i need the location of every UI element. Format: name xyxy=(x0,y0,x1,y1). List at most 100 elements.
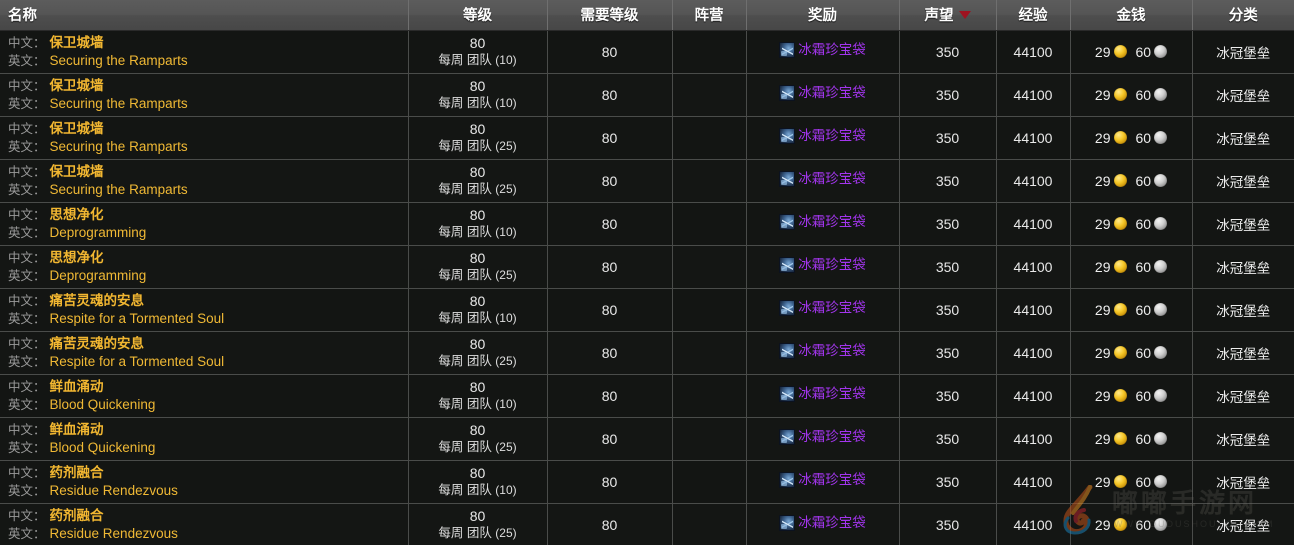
column-header-level[interactable]: 等级 xyxy=(408,0,547,30)
cell-level: 80每周 团队 (10) xyxy=(408,374,547,417)
quest-name-chinese-link[interactable]: 保卫城墙 xyxy=(50,164,104,179)
category-link[interactable]: 冰冠堡垒 xyxy=(1216,476,1270,491)
quest-name-chinese-link[interactable]: 药剂融合 xyxy=(50,508,104,523)
quest-name-chinese-link[interactable]: 思想净化 xyxy=(50,207,104,222)
category-link[interactable]: 冰冠堡垒 xyxy=(1216,347,1270,362)
table-row[interactable]: 中文：鲜血涌动英文：Blood Quickening80每周 团队 (25)80… xyxy=(0,417,1294,460)
cell-reputation: 350 xyxy=(899,503,996,545)
quest-name-chinese-link[interactable]: 药剂融合 xyxy=(50,465,104,480)
quest-name-chinese-link[interactable]: 保卫城墙 xyxy=(50,78,104,93)
table-header: 名称 等级 需要等级 阵营 奖励 声望 经验 金钱 分类 xyxy=(0,0,1294,30)
reward-item-link[interactable]: 冰霜珍宝袋 xyxy=(798,430,866,444)
reward-item-link[interactable]: 冰霜珍宝袋 xyxy=(798,301,866,315)
reward-item-link[interactable]: 冰霜珍宝袋 xyxy=(798,129,866,143)
quest-name-chinese-line: 中文：药剂融合 xyxy=(8,464,404,482)
reward-item-link[interactable]: 冰霜珍宝袋 xyxy=(798,258,866,272)
cell-category: 冰冠堡垒 xyxy=(1192,503,1294,545)
quest-name-chinese-link[interactable]: 保卫城墙 xyxy=(50,35,104,50)
column-header-required-level[interactable]: 需要等级 xyxy=(547,0,672,30)
category-link[interactable]: 冰冠堡垒 xyxy=(1216,261,1270,276)
reward-wrapper[interactable]: 冰霜珍宝袋 xyxy=(779,42,866,58)
category-link[interactable]: 冰冠堡垒 xyxy=(1216,132,1270,147)
table-row[interactable]: 中文：保卫城墙英文：Securing the Ramparts80每周 团队 (… xyxy=(0,159,1294,202)
quest-name-english-link[interactable]: Deprogramming xyxy=(50,225,147,240)
quest-name-chinese-link[interactable]: 鲜血涌动 xyxy=(50,422,104,437)
category-link[interactable]: 冰冠堡垒 xyxy=(1216,175,1270,190)
quest-name-english-link[interactable]: Blood Quickening xyxy=(50,397,156,412)
reward-wrapper[interactable]: 冰霜珍宝袋 xyxy=(779,343,866,359)
reward-wrapper[interactable]: 冰霜珍宝袋 xyxy=(779,171,866,187)
table-row[interactable]: 中文：药剂融合英文：Residue Rendezvous80每周 团队 (25)… xyxy=(0,503,1294,545)
cell-reward: 冰霜珍宝袋 xyxy=(746,202,899,245)
reward-wrapper[interactable]: 冰霜珍宝袋 xyxy=(779,429,866,445)
column-header-experience[interactable]: 经验 xyxy=(996,0,1070,30)
chinese-label: 中文： xyxy=(8,165,46,179)
cell-quest-name: 中文：思想净化英文：Deprogramming xyxy=(0,245,408,288)
table-row[interactable]: 中文：思想净化英文：Deprogramming80每周 团队 (25)80冰霜珍… xyxy=(0,245,1294,288)
level-subtext: 每周 团队 (25) xyxy=(413,525,543,542)
category-link[interactable]: 冰冠堡垒 xyxy=(1216,433,1270,448)
reward-wrapper[interactable]: 冰霜珍宝袋 xyxy=(779,515,866,531)
quest-name-english-link[interactable]: Securing the Ramparts xyxy=(50,53,188,68)
reward-item-link[interactable]: 冰霜珍宝袋 xyxy=(798,387,866,401)
reward-wrapper[interactable]: 冰霜珍宝袋 xyxy=(779,472,866,488)
column-header-money[interactable]: 金钱 xyxy=(1070,0,1192,30)
quest-name-english-link[interactable]: Respite for a Tormented Soul xyxy=(50,354,225,369)
table-row[interactable]: 中文：鲜血涌动英文：Blood Quickening80每周 团队 (10)80… xyxy=(0,374,1294,417)
table-row[interactable]: 中文：保卫城墙英文：Securing the Ramparts80每周 团队 (… xyxy=(0,73,1294,116)
category-link[interactable]: 冰冠堡垒 xyxy=(1216,89,1270,104)
reward-wrapper[interactable]: 冰霜珍宝袋 xyxy=(779,386,866,402)
category-link[interactable]: 冰冠堡垒 xyxy=(1216,218,1270,233)
reward-item-link[interactable]: 冰霜珍宝袋 xyxy=(798,172,866,186)
cell-category: 冰冠堡垒 xyxy=(1192,288,1294,331)
quest-name-chinese-link[interactable]: 思想净化 xyxy=(50,250,104,265)
gold-amount: 29 xyxy=(1095,45,1111,59)
reward-wrapper[interactable]: 冰霜珍宝袋 xyxy=(779,128,866,144)
quest-name-english-link[interactable]: Blood Quickening xyxy=(50,440,156,455)
table-row[interactable]: 中文：药剂融合英文：Residue Rendezvous80每周 团队 (10)… xyxy=(0,460,1294,503)
reward-item-link[interactable]: 冰霜珍宝袋 xyxy=(798,473,866,487)
cell-experience: 44100 xyxy=(996,460,1070,503)
quest-name-english-link[interactable]: Residue Rendezvous xyxy=(50,483,178,498)
quest-name-english-link[interactable]: Securing the Ramparts xyxy=(50,96,188,111)
quest-name-english-link[interactable]: Deprogramming xyxy=(50,268,147,283)
reward-wrapper[interactable]: 冰霜珍宝袋 xyxy=(779,85,866,101)
table-row[interactable]: 中文：痛苦灵魂的安息英文：Respite for a Tormented Sou… xyxy=(0,331,1294,374)
quest-name-chinese-link[interactable]: 痛苦灵魂的安息 xyxy=(50,336,145,351)
reward-item-link[interactable]: 冰霜珍宝袋 xyxy=(798,215,866,229)
category-link[interactable]: 冰冠堡垒 xyxy=(1216,390,1270,405)
quest-name-chinese-link[interactable]: 鲜血涌动 xyxy=(50,379,104,394)
quest-name-english-link[interactable]: Respite for a Tormented Soul xyxy=(50,311,225,326)
reward-item-link[interactable]: 冰霜珍宝袋 xyxy=(798,516,866,530)
table-row[interactable]: 中文：保卫城墙英文：Securing the Ramparts80每周 团队 (… xyxy=(0,30,1294,73)
cell-reputation: 350 xyxy=(899,331,996,374)
column-header-reward[interactable]: 奖励 xyxy=(746,0,899,30)
table-row[interactable]: 中文：保卫城墙英文：Securing the Ramparts80每周 团队 (… xyxy=(0,116,1294,159)
english-label: 英文： xyxy=(8,312,46,326)
column-header-reputation[interactable]: 声望 xyxy=(899,0,996,30)
category-link[interactable]: 冰冠堡垒 xyxy=(1216,304,1270,319)
reward-item-link[interactable]: 冰霜珍宝袋 xyxy=(798,86,866,100)
quest-name-english-link[interactable]: Securing the Ramparts xyxy=(50,139,188,154)
column-header-name[interactable]: 名称 xyxy=(0,0,408,30)
bag-icon xyxy=(779,472,795,488)
quest-name-english-link[interactable]: Securing the Ramparts xyxy=(50,182,188,197)
reward-wrapper[interactable]: 冰霜珍宝袋 xyxy=(779,214,866,230)
bag-icon xyxy=(779,214,795,230)
category-link[interactable]: 冰冠堡垒 xyxy=(1216,519,1270,534)
column-header-level-label: 等级 xyxy=(463,8,492,24)
category-link[interactable]: 冰冠堡垒 xyxy=(1216,46,1270,61)
reward-item-link[interactable]: 冰霜珍宝袋 xyxy=(798,43,866,57)
quest-name-chinese-link[interactable]: 保卫城墙 xyxy=(50,121,104,136)
column-header-category[interactable]: 分类 xyxy=(1192,0,1294,30)
reward-wrapper[interactable]: 冰霜珍宝袋 xyxy=(779,257,866,273)
quest-table-page: 名称 等级 需要等级 阵营 奖励 声望 经验 金钱 分类 中文：保卫城墙英文：S… xyxy=(0,0,1294,545)
column-header-faction[interactable]: 阵营 xyxy=(672,0,746,30)
reward-item-link[interactable]: 冰霜珍宝袋 xyxy=(798,344,866,358)
quest-name-english-link[interactable]: Residue Rendezvous xyxy=(50,526,178,541)
table-row[interactable]: 中文：痛苦灵魂的安息英文：Respite for a Tormented Sou… xyxy=(0,288,1294,331)
table-row[interactable]: 中文：思想净化英文：Deprogramming80每周 团队 (10)80冰霜珍… xyxy=(0,202,1294,245)
reward-wrapper[interactable]: 冰霜珍宝袋 xyxy=(779,300,866,316)
quest-name-chinese-link[interactable]: 痛苦灵魂的安息 xyxy=(50,293,145,308)
chinese-label: 中文： xyxy=(8,79,46,93)
